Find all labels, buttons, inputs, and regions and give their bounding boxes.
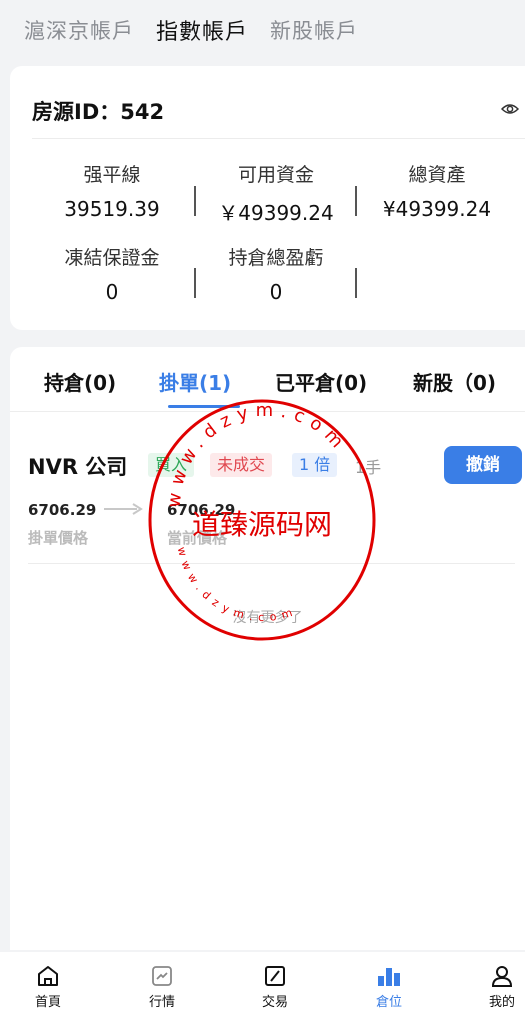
stat-value: 0 — [269, 280, 283, 304]
positions-card: 持倉(0) 掛單(1) 已平倉(0) 新股（0) NVR 公司 買入 未成交 1… — [10, 347, 525, 950]
order-price: 6706.29 — [28, 501, 97, 519]
nav-label: 行情 — [148, 995, 175, 1010]
stat-value: ￥49399.24 — [218, 201, 334, 225]
stat-liquidation-line: 强平線 39519.39 — [32, 160, 192, 221]
user-icon — [491, 966, 513, 987]
nav-label: 首頁 — [34, 995, 61, 1010]
stat-label: 强平線 — [83, 164, 141, 186]
tab-pending-orders[interactable]: 掛單(1) — [159, 367, 231, 396]
stat-total-pnl: 持倉總盈虧 0 — [196, 243, 356, 304]
account-header: 房源ID：542 — [32, 96, 525, 126]
account-summary-card: 房源ID：542 强平線 39519.39 可用資金 ￥49399.24 總資產… — [10, 66, 525, 330]
nav-trade[interactable]: 交易 — [235, 952, 315, 1024]
cancel-order-button[interactable]: 撤銷 — [444, 446, 522, 484]
nav-home[interactable]: 首頁 — [8, 952, 88, 1024]
nav-label: 我的 — [488, 995, 515, 1010]
stat-label: 總資產 — [408, 164, 466, 186]
order-price-label: 掛單價格 — [28, 529, 89, 547]
divider — [28, 563, 515, 564]
chart-icon — [152, 966, 172, 986]
arrow-right-icon — [104, 503, 143, 515]
stat-label: 凍結保證金 — [64, 247, 160, 269]
bottom-nav: 首頁 行情 交易 倉位 我的 — [0, 952, 525, 1024]
stock-name: NVR 公司 — [28, 455, 128, 479]
lot-size: 1手 — [355, 458, 382, 477]
current-price-label: 當前價格 — [167, 529, 228, 547]
nav-market[interactable]: 行情 — [122, 952, 202, 1024]
home-icon — [38, 966, 58, 986]
stat-total-assets: 總資產 ¥49399.24 — [357, 160, 517, 221]
stat-label: 持倉總盈虧 — [228, 247, 324, 269]
stat-value: ¥49399.24 — [382, 197, 492, 221]
divider — [10, 411, 525, 412]
no-more-text: 沒有更多了 — [232, 610, 303, 626]
position-tabs: 持倉(0) 掛單(1) 已平倉(0) 新股（0) — [10, 347, 525, 411]
tab-index-account[interactable]: 指數帳戶 — [156, 14, 248, 46]
stat-value: 39519.39 — [64, 197, 160, 221]
current-price: 6706.29 — [167, 501, 236, 519]
stat-available-funds: 可用資金 ￥49399.24 — [196, 160, 356, 226]
nav-profile[interactable]: 我的 — [462, 952, 525, 1024]
tab-holdings[interactable]: 持倉(0) — [44, 367, 116, 396]
nav-label: 交易 — [261, 995, 288, 1010]
bar-chart-icon — [378, 968, 400, 986]
nav-positions[interactable]: 倉位 — [349, 952, 429, 1024]
leverage-badge: 1 倍 — [292, 453, 338, 477]
trade-icon — [265, 966, 285, 986]
nav-label: 倉位 — [375, 995, 402, 1010]
eye-icon[interactable] — [501, 102, 519, 116]
stat-value: 0 — [105, 280, 119, 304]
status-badge: 未成交 — [210, 453, 273, 477]
tab-ipo[interactable]: 新股（0) — [413, 367, 496, 396]
stat-label: 可用資金 — [237, 164, 314, 186]
account-tabs: 滬深京帳戶 指數帳戶 新股帳戶 — [0, 0, 525, 60]
side-badge: 買入 — [148, 453, 195, 477]
active-tab-indicator — [168, 405, 240, 408]
tab-closed[interactable]: 已平倉(0) — [275, 367, 367, 396]
separator — [355, 268, 357, 298]
tab-ipo-account[interactable]: 新股帳戶 — [270, 15, 358, 45]
stat-frozen-margin: 凍結保證金 0 — [32, 243, 192, 304]
tab-a-share-account[interactable]: 滬深京帳戶 — [24, 15, 134, 45]
divider — [32, 138, 525, 139]
account-title: 房源ID：542 — [32, 100, 165, 124]
pending-order-row: NVR 公司 買入 未成交 1 倍 1手 撤銷 6706.29 6706.29 … — [10, 443, 525, 565]
